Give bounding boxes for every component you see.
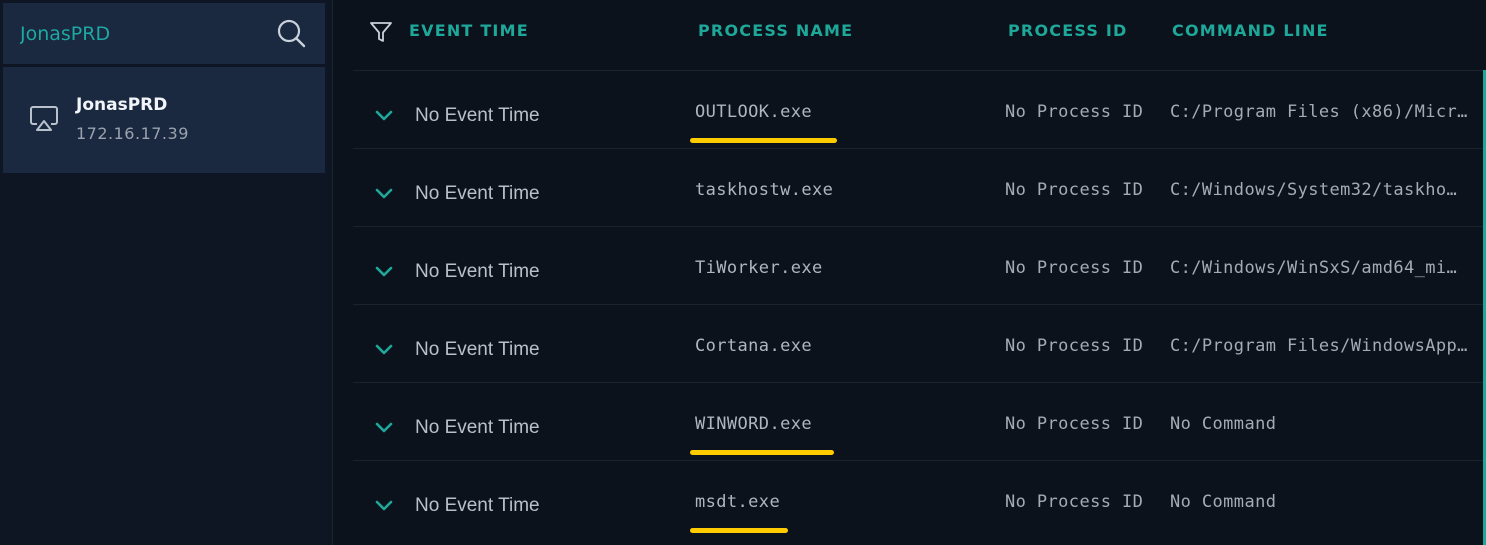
highlight-underline	[690, 450, 834, 455]
process-name-cell: WINWORD.exe	[695, 414, 812, 434]
table-row[interactable]: No Event Time WINWORD.exe No Process ID No …	[353, 382, 1486, 460]
chevron-down-icon[interactable]	[375, 422, 393, 434]
process-name-cell: taskhostw.exe	[695, 180, 834, 200]
column-header-process-id[interactable]: PROCESS ID	[1008, 21, 1127, 40]
chevron-down-icon[interactable]	[375, 110, 393, 122]
chevron-down-icon[interactable]	[375, 344, 393, 356]
command-line-cell: C:/Windows/WinSxS/amd64_mi…	[1170, 258, 1458, 278]
table-row[interactable]: No Event Time Cortana.exe No Process ID C:/…	[353, 304, 1486, 382]
chevron-down-icon[interactable]	[375, 266, 393, 278]
process-name-cell: Cortana.exe	[695, 336, 812, 356]
column-header-event-time[interactable]: EVENT TIME	[409, 21, 529, 40]
app-frame: JonasPRD 172.16.17.39 EVENT TIME PROCESS…	[0, 0, 1486, 545]
host-ip: 172.16.17.39	[76, 124, 189, 143]
event-time-cell: No Event Time	[415, 417, 540, 438]
event-time-cell: No Event Time	[415, 261, 540, 282]
chevron-down-icon[interactable]	[375, 188, 393, 200]
process-table: EVENT TIME PROCESS NAME PROCESS ID COMMA…	[333, 0, 1486, 545]
process-id-cell: No Process ID	[1005, 258, 1144, 278]
host-name: JonasPRD	[76, 95, 168, 115]
command-line-cell: C:/Program Files (x86)/Micros…	[1170, 102, 1473, 122]
airplay-icon	[30, 106, 58, 131]
event-time-cell: No Event Time	[415, 105, 540, 126]
chevron-down-icon[interactable]	[375, 500, 393, 512]
process-id-cell: No Process ID	[1005, 336, 1144, 356]
highlight-underline	[690, 138, 837, 143]
search-icon[interactable]	[276, 18, 306, 48]
table-header: EVENT TIME PROCESS NAME PROCESS ID COMMA…	[333, 0, 1486, 70]
process-name-cell: OUTLOOK.exe	[695, 102, 812, 122]
table-row[interactable]: No Event Time OUTLOOK.exe No Process ID C:/…	[353, 70, 1486, 148]
process-id-cell: No Process ID	[1005, 102, 1144, 122]
column-header-command-line[interactable]: COMMAND LINE	[1172, 21, 1329, 40]
filter-icon[interactable]	[369, 20, 393, 44]
event-time-cell: No Event Time	[415, 183, 540, 204]
column-header-process-name[interactable]: PROCESS NAME	[698, 21, 853, 40]
command-line-cell: C:/Windows/System32/taskho…	[1170, 180, 1458, 200]
command-line-cell: No Command	[1170, 492, 1277, 512]
command-line-cell: No Command	[1170, 414, 1277, 434]
event-time-cell: No Event Time	[415, 339, 540, 360]
host-list-item[interactable]: JonasPRD 172.16.17.39	[3, 67, 325, 173]
table-row[interactable]: No Event Time msdt.exe No Process ID No Com…	[353, 460, 1486, 538]
process-id-cell: No Process ID	[1005, 414, 1144, 434]
process-name-cell: TiWorker.exe	[695, 258, 823, 278]
event-time-cell: No Event Time	[415, 495, 540, 516]
table-row[interactable]: No Event Time TiWorker.exe No Process ID C:…	[353, 226, 1486, 304]
command-line-cell: C:/Program Files/WindowsApp…	[1170, 336, 1468, 356]
table-row[interactable]: No Event Time taskhostw.exe No Process ID C…	[353, 148, 1486, 226]
highlight-underline	[690, 528, 788, 533]
search-bar	[3, 3, 325, 65]
sidebar: JonasPRD 172.16.17.39	[0, 0, 333, 545]
table-body: No Event Time OUTLOOK.exe No Process ID C:/…	[353, 70, 1486, 538]
search-input[interactable]	[20, 17, 260, 51]
process-id-cell: No Process ID	[1005, 180, 1144, 200]
process-id-cell: No Process ID	[1005, 492, 1144, 512]
process-name-cell: msdt.exe	[695, 492, 781, 512]
